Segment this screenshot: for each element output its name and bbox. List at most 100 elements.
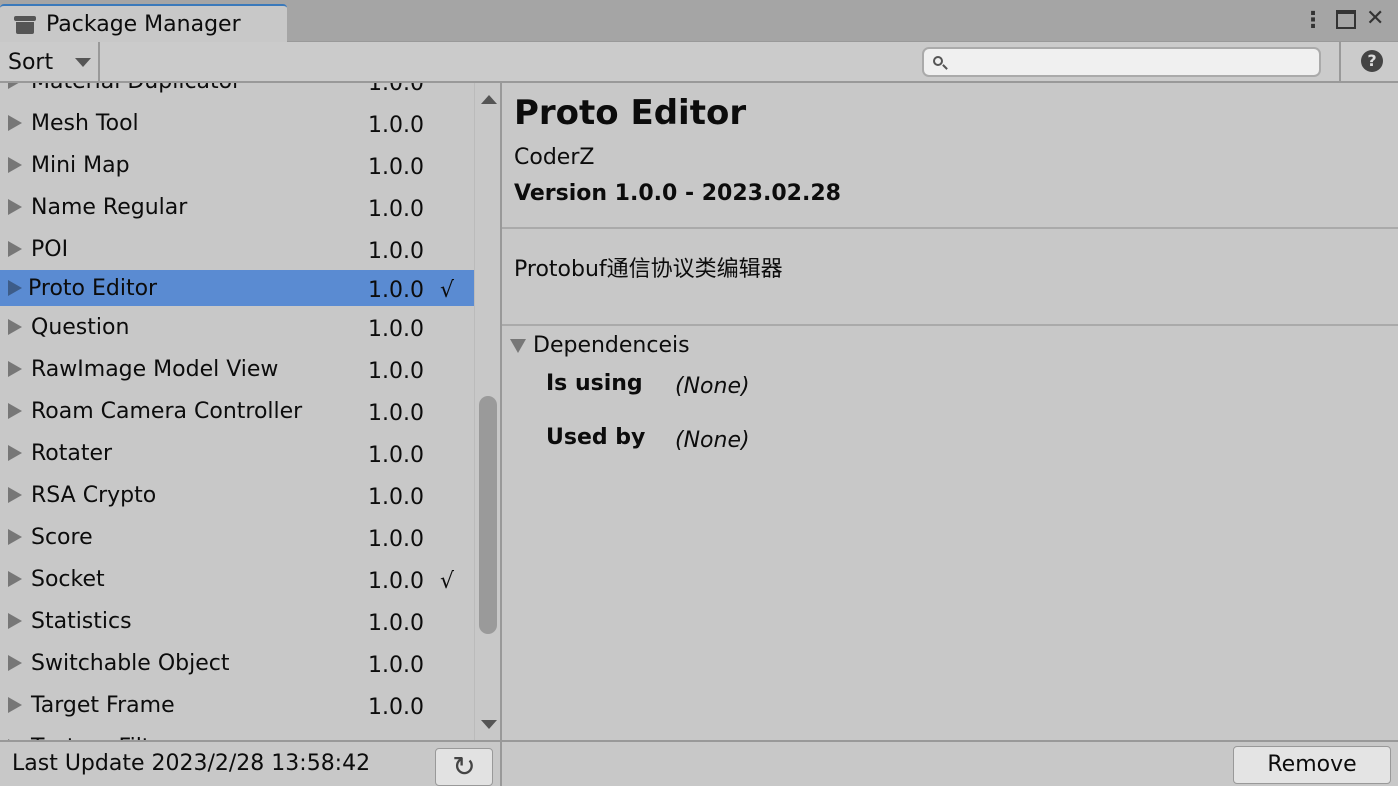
package-name: Socket [31, 566, 105, 592]
is-using-value: (None) [675, 374, 750, 399]
package-details: Proto Editor CoderZ Version 1.0.0 - 2023… [502, 83, 1398, 740]
package-name: Mesh Tool [31, 110, 139, 136]
scroll-down-icon[interactable] [481, 720, 497, 729]
scroll-up-icon[interactable] [481, 95, 497, 104]
package-version: 1.0.0 [368, 359, 424, 384]
toolbar: Sort ? [0, 42, 1398, 83]
dependencies-foldout[interactable]: Dependenceis [510, 333, 690, 358]
triangle-right-icon[interactable] [8, 487, 22, 503]
package-version: 1.0.0 [368, 239, 424, 264]
divider [502, 227, 1398, 229]
package-version: 1.0.0 [368, 653, 424, 678]
triangle-right-icon[interactable] [8, 571, 22, 587]
dependencies-label: Dependenceis [533, 333, 690, 358]
package-row[interactable]: Socket 1.0.0 √ [0, 558, 474, 600]
close-icon[interactable]: ✕ [1366, 6, 1384, 31]
package-name: Statistics [31, 608, 132, 634]
triangle-right-icon[interactable] [8, 403, 22, 419]
package-name: Target Frame [31, 692, 175, 718]
package-row[interactable]: Texture Filter [0, 726, 474, 740]
package-name: Name Regular [31, 194, 188, 220]
used-by-value: (None) [675, 428, 750, 453]
tab-package-manager[interactable]: Package Manager [0, 4, 287, 43]
package-row[interactable]: Score 1.0.0 [0, 516, 474, 558]
search-field[interactable] [922, 47, 1321, 77]
package-name: Rotater [31, 440, 113, 466]
package-version: 1.0.0 [368, 527, 424, 552]
package-row[interactable]: Rotater 1.0.0 [0, 432, 474, 474]
package-name: Roam Camera Controller [31, 398, 303, 424]
package-version: 1.0.0 [368, 485, 424, 510]
triangle-right-icon[interactable] [8, 199, 22, 215]
package-row[interactable]: RSA Crypto 1.0.0 [0, 474, 474, 516]
package-row[interactable]: Switchable Object 1.0.0 [0, 642, 474, 684]
package-version: 1.0.0 [368, 611, 424, 636]
package-version: 1.0.0 [368, 83, 424, 96]
package-name: Material Duplicator [31, 83, 241, 94]
package-row[interactable]: Roam Camera Controller 1.0.0 [0, 390, 474, 432]
triangle-right-icon[interactable] [8, 655, 22, 671]
package-row[interactable]: Mini Map 1.0.0 [0, 144, 474, 186]
package-version: 1.0.0 [368, 197, 424, 222]
package-version: 1.0.0 [368, 155, 424, 180]
scrollbar[interactable] [474, 83, 501, 740]
package-name: Question [31, 314, 130, 340]
details-footer: Remove [502, 740, 1398, 786]
scrollbar-thumb[interactable] [479, 396, 497, 634]
package-version: 1.0.0 [368, 317, 424, 342]
package-name: RSA Crypto [31, 482, 157, 508]
package-name: RawImage Model View [31, 356, 279, 382]
triangle-right-icon[interactable] [8, 83, 22, 89]
triangle-right-icon[interactable] [8, 445, 22, 461]
package-description: Protobuf通信协议类编辑器 [514, 257, 783, 282]
refresh-button[interactable]: ↻ [435, 748, 493, 786]
triangle-right-icon[interactable] [8, 697, 22, 713]
package-version: Version 1.0.0 - 2023.02.28 [514, 181, 841, 206]
package-row[interactable]: POI 1.0.0 [0, 228, 474, 270]
triangle-right-icon[interactable] [8, 319, 22, 335]
help-icon[interactable]: ? [1361, 50, 1383, 72]
kebab-menu-icon[interactable]: ⋮ [1302, 8, 1324, 33]
package-row[interactable]: Target Frame 1.0.0 [0, 684, 474, 726]
triangle-right-icon[interactable] [8, 115, 22, 131]
tab-title: Package Manager [46, 12, 241, 37]
used-by-label: Used by [546, 425, 646, 450]
package-row[interactable]: Name Regular 1.0.0 [0, 186, 474, 228]
package-version: 1.0.0 [368, 401, 424, 426]
triangle-right-icon[interactable] [8, 613, 22, 629]
package-title: Proto Editor [514, 93, 747, 133]
sort-dropdown[interactable]: Sort [0, 42, 100, 82]
triangle-right-icon[interactable] [8, 280, 22, 296]
package-icon [14, 15, 36, 34]
sort-label: Sort [8, 49, 54, 75]
triangle-right-icon[interactable] [8, 529, 22, 545]
search-icon [933, 56, 943, 66]
triangle-right-icon[interactable] [8, 157, 22, 173]
package-name: POI [31, 236, 69, 262]
triangle-right-icon[interactable] [8, 241, 22, 257]
package-version: 1.0.0 [368, 695, 424, 720]
refresh-icon: ↻ [452, 750, 476, 783]
triangle-right-icon[interactable] [8, 361, 22, 377]
package-row[interactable]: Material Duplicator 1.0.0 [0, 83, 474, 102]
maximize-icon[interactable] [1336, 10, 1356, 29]
search-input[interactable] [952, 51, 1312, 73]
is-using-label: Is using [546, 371, 643, 396]
package-row[interactable]: Proto Editor 1.0.0 √ [0, 270, 474, 306]
package-version: 1.0.0 [368, 569, 424, 594]
package-row[interactable]: Statistics 1.0.0 [0, 600, 474, 642]
package-row[interactable]: Mesh Tool 1.0.0 [0, 102, 474, 144]
package-row[interactable]: RawImage Model View 1.0.0 [0, 348, 474, 390]
list-footer: Last Update 2023/2/28 13:58:42 ↻ [0, 740, 500, 786]
last-update-text: Last Update 2023/2/28 13:58:42 [12, 751, 371, 776]
remove-button[interactable]: Remove [1233, 746, 1391, 784]
package-name: Score [31, 524, 93, 550]
installed-check: √ [440, 569, 455, 594]
package-version: 1.0.0 [368, 113, 424, 138]
divider [502, 324, 1398, 326]
package-author: CoderZ [514, 145, 595, 170]
package-list: Material Duplicator 1.0.0 Mesh Tool 1.0.… [0, 83, 474, 740]
package-row[interactable]: Question 1.0.0 [0, 306, 474, 348]
chevron-down-icon [75, 57, 92, 67]
tab-bar: Package Manager ⋮ ✕ [0, 0, 1398, 43]
